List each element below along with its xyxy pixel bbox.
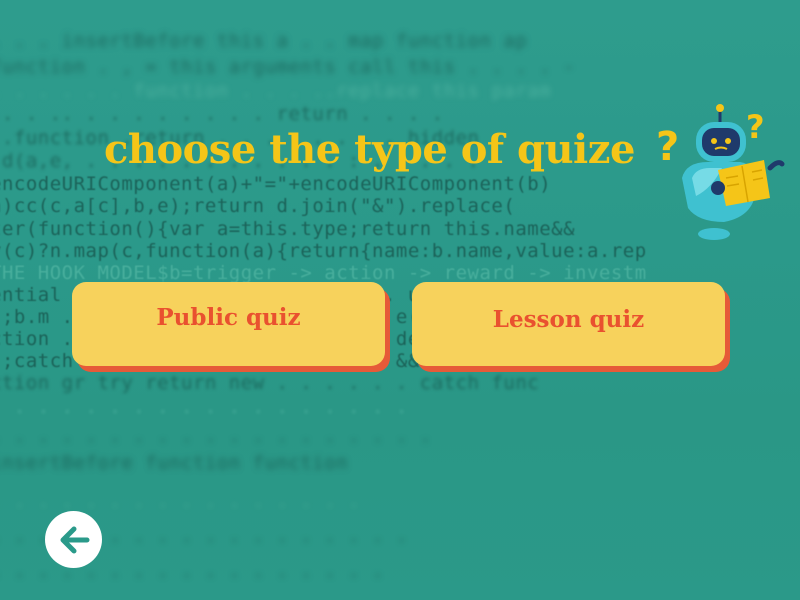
code-line: insertBefore function function <box>0 452 349 474</box>
page-title: choose the type of quize <box>104 126 635 173</box>
arrow-left-icon <box>60 526 89 553</box>
code-line: a)cc(c,a[c],b,e);return d.join("&").repl… <box>0 195 516 217</box>
public-quiz-button[interactable]: Public quiz <box>72 282 385 366</box>
robot-question-icon: ? ? <box>656 104 785 240</box>
code-line: ction gr try return new . . . . . . catc… <box>0 372 540 394</box>
code-line: function . , = this arguments call this … <box>0 56 576 78</box>
code-line: y(c)?n.map(c,function(a){return{name:b.n… <box>0 240 647 262</box>
lesson-quiz-label: Lesson quiz <box>492 306 645 333</box>
code-line: . . . . . . . . . . . . . . . . <box>0 490 361 512</box>
public-quiz-label: Public quiz <box>156 304 301 331</box>
code-line: encodeURIComponent(a)+"="+encodeURICompo… <box>0 173 552 195</box>
back-button[interactable] <box>45 511 102 568</box>
code-line: . . . . . . . . . . . . . . . . . . . <box>0 425 432 447</box>
code-line: .. . .. . . . . . . . . return . . . . <box>0 103 444 125</box>
svg-text:?: ? <box>746 108 765 146</box>
svg-text:?: ? <box>656 124 679 170</box>
code-line: . . . . . . . . . . . . . . . . . . <box>0 396 408 418</box>
code-line: . . . insertBefore this a . . map functi… <box>0 30 528 52</box>
code-line: . . . . . . function . . . ..replace thi… <box>0 80 552 102</box>
code-line: ter(function(){var a=this.type;return th… <box>0 218 576 240</box>
code-line: THE HOOK MODEL$b=trigger -> action -> re… <box>0 262 647 284</box>
lesson-quiz-button[interactable]: Lesson quiz <box>412 282 725 366</box>
